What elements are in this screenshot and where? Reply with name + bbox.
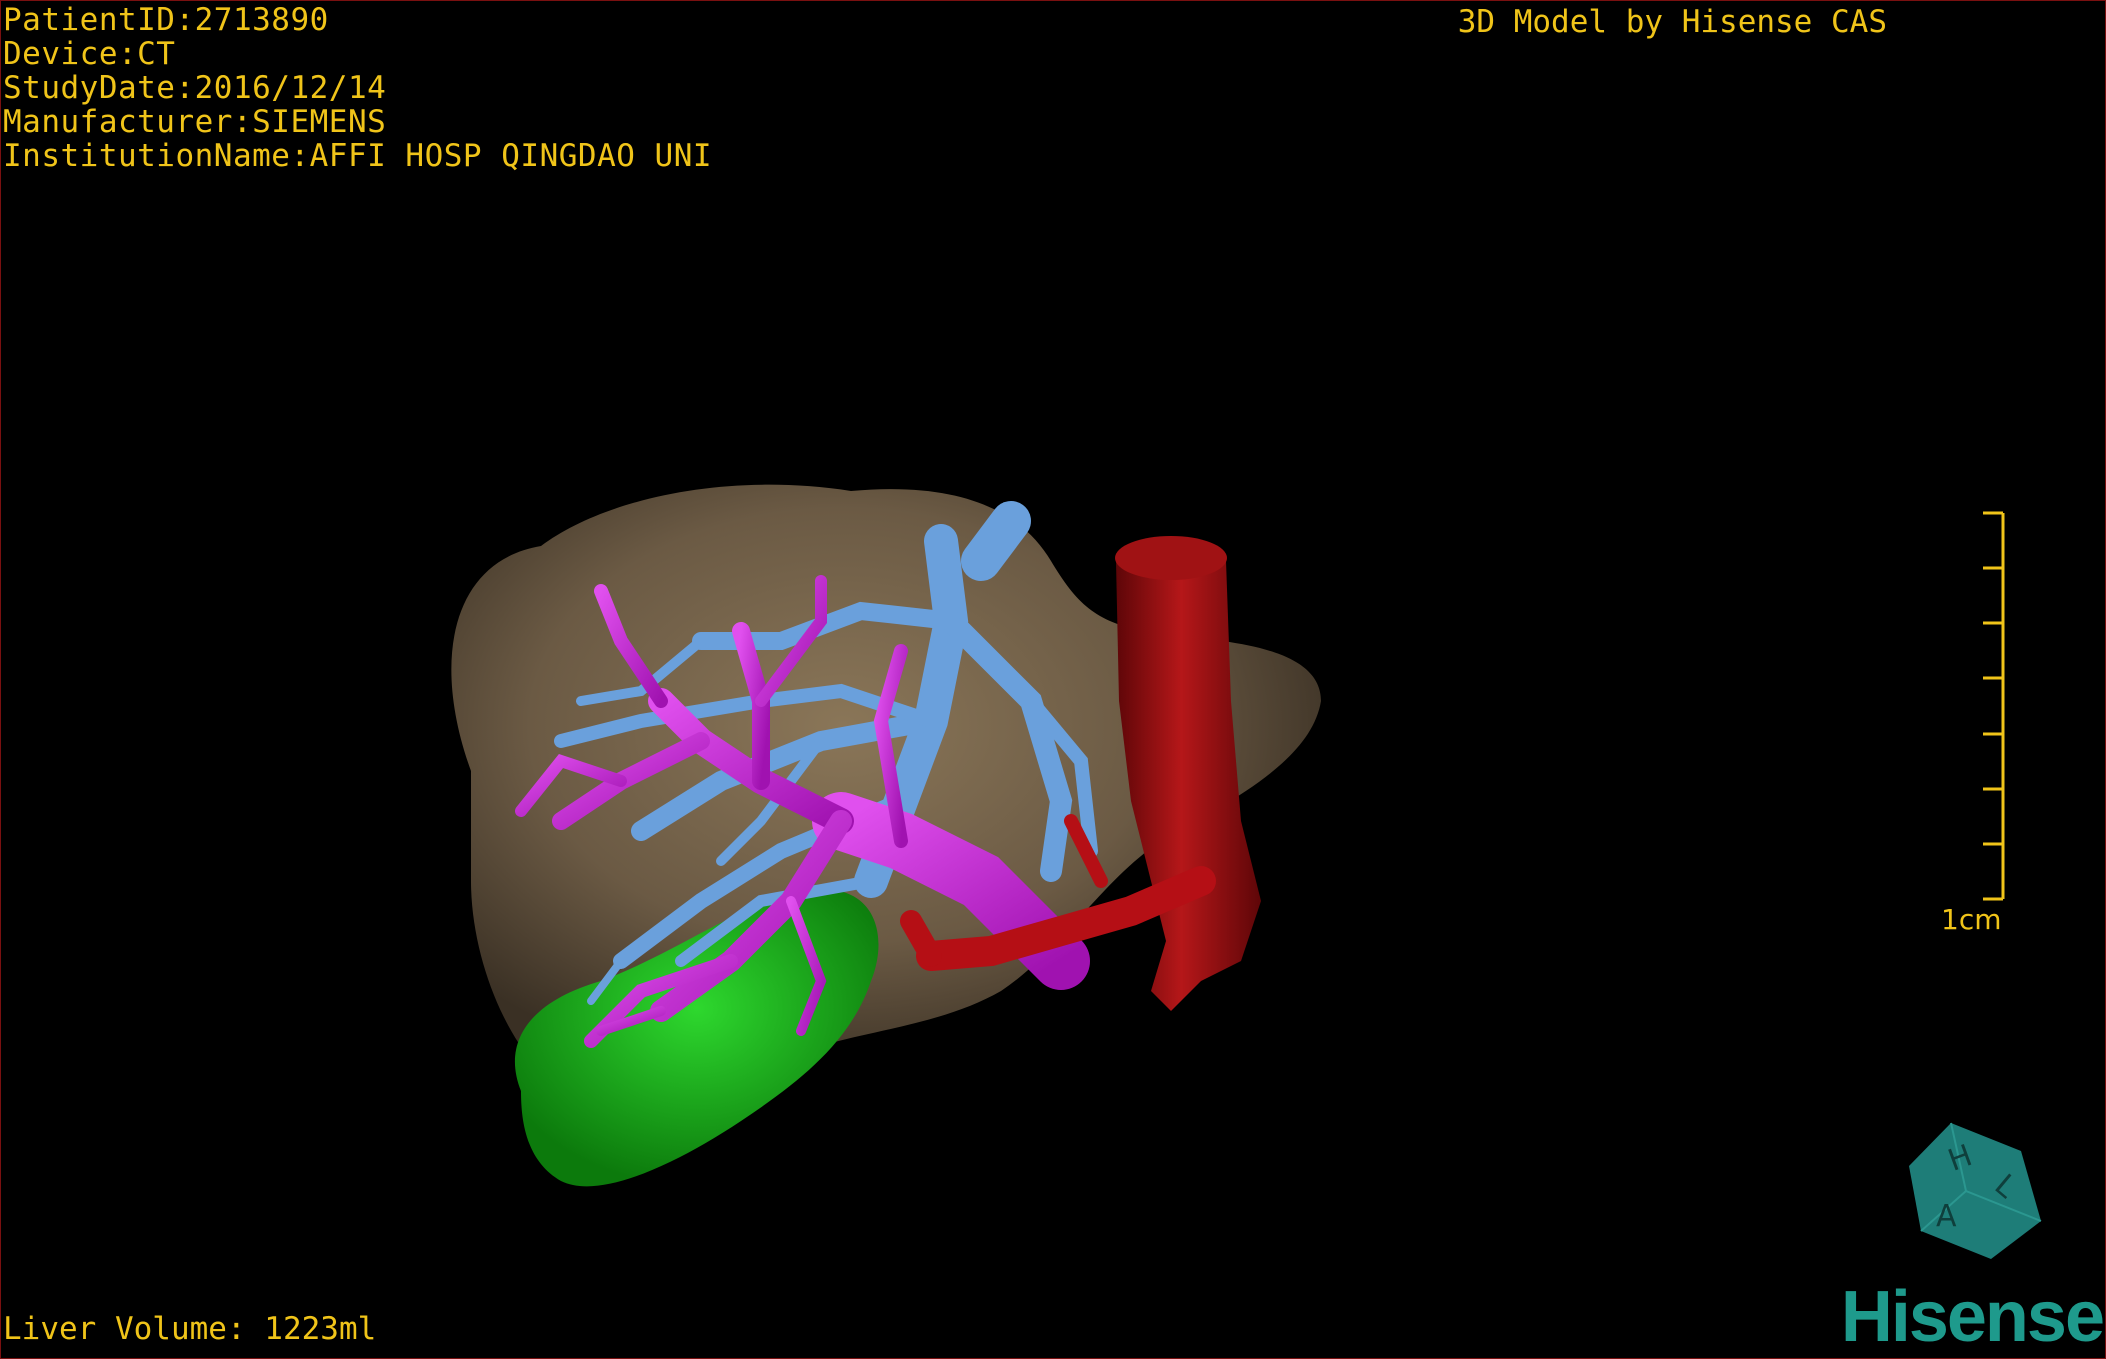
orientation-cube-icon[interactable]	[1, 1, 2106, 1359]
liver-volume-label: Liver Volume: 1223ml	[3, 1311, 377, 1347]
hisense-logo: Hisense	[1840, 1277, 2105, 1357]
3d-viewer-viewport[interactable]: PatientID:2713890 Device:CT StudyDate:20…	[0, 0, 2106, 1359]
cube-letter-a: A	[1936, 1199, 1957, 1234]
